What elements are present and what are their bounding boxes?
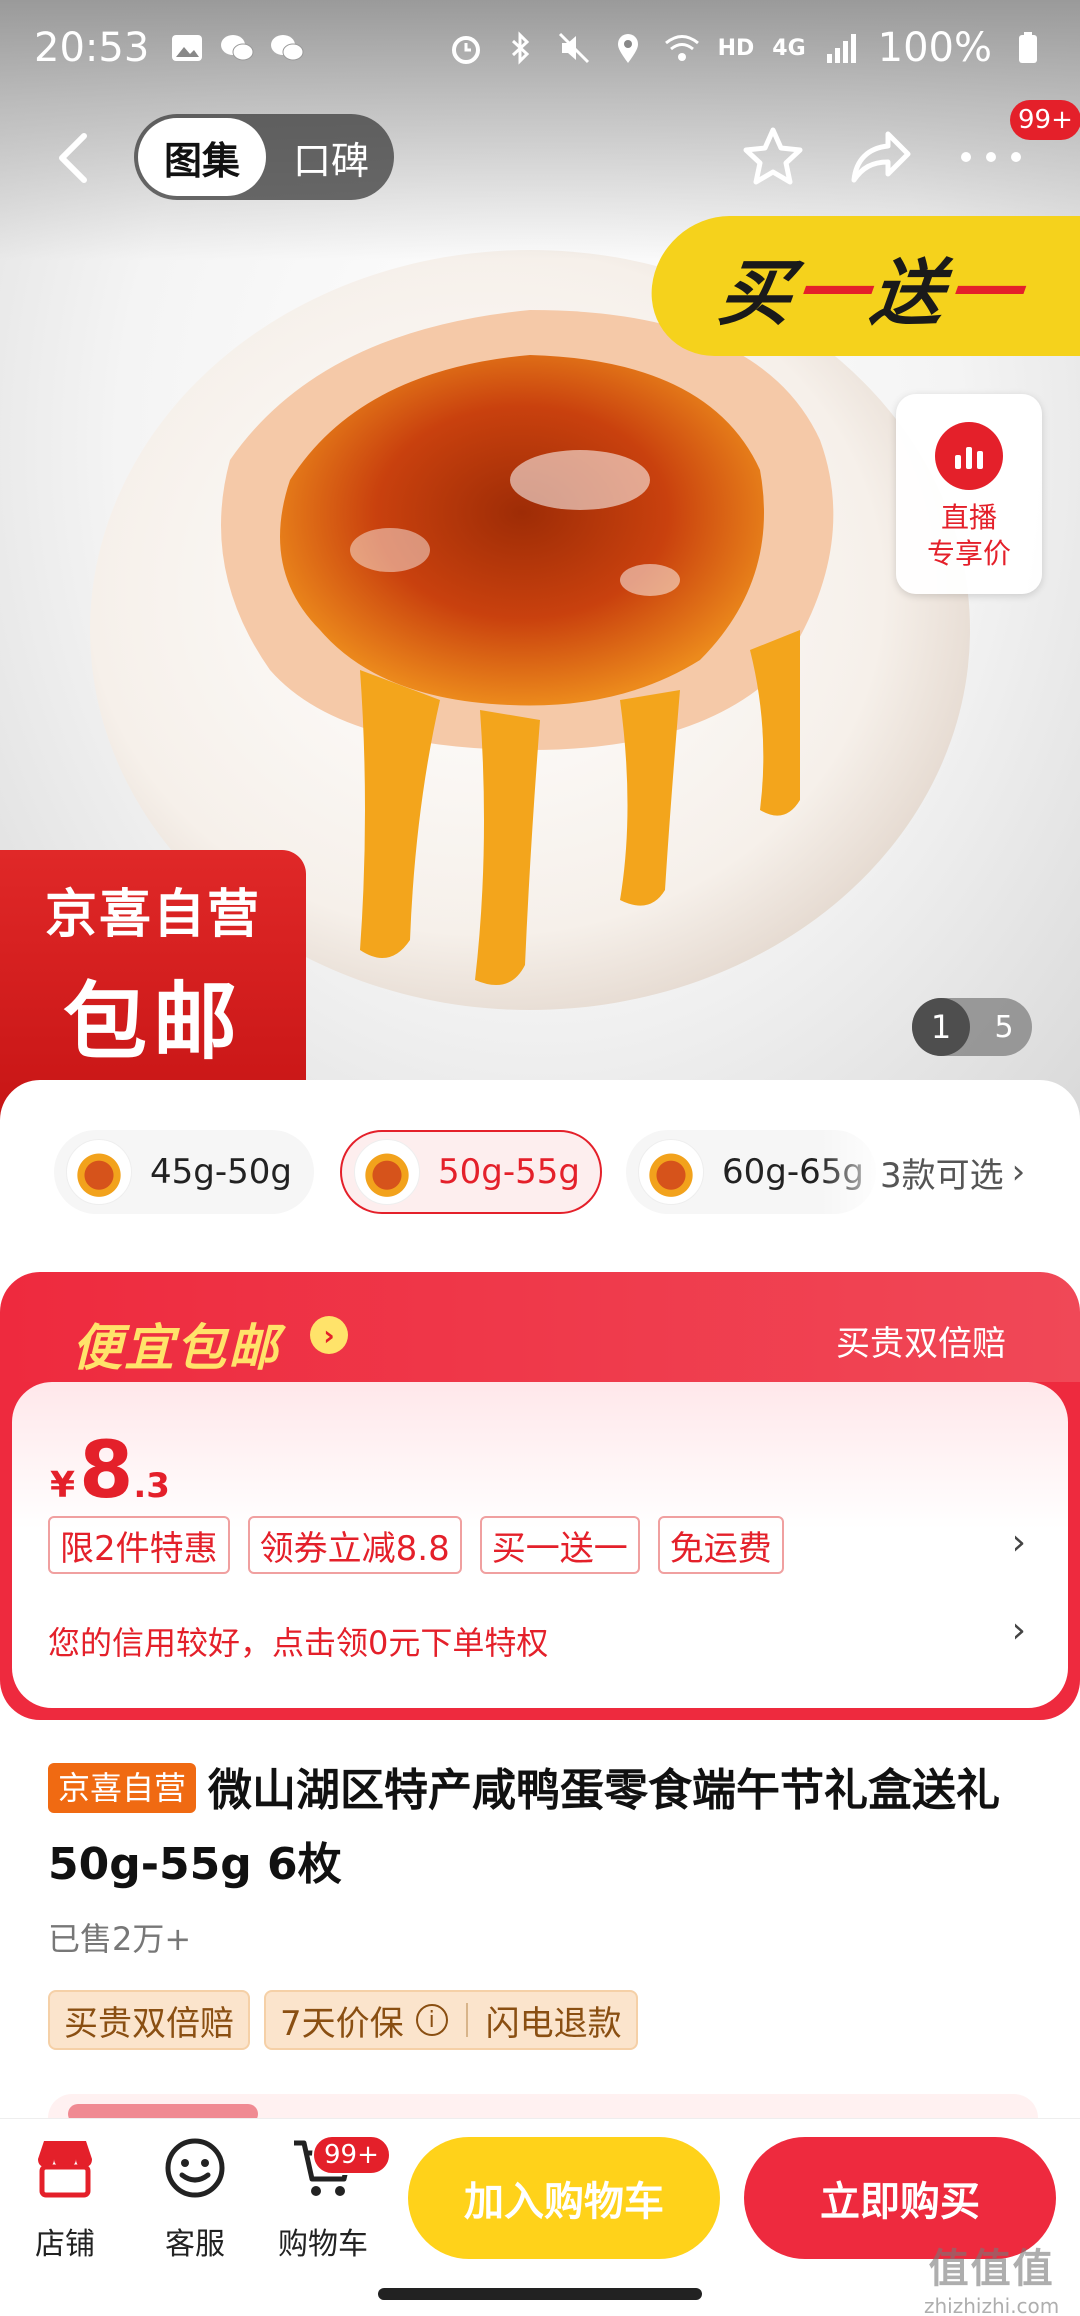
- price-integer: 8: [79, 1426, 134, 1516]
- customer-service-label: 客服: [165, 2227, 225, 2262]
- chevron-right-circle-icon: ›: [310, 1316, 348, 1354]
- status-time: 20:53: [34, 25, 150, 71]
- live-price-card[interactable]: 直播 专享价: [896, 394, 1042, 594]
- location-icon: [617, 34, 638, 63]
- live-sub-label: 专享价: [926, 537, 1011, 570]
- divider: [465, 2003, 468, 2037]
- image-pager: 1 5: [912, 998, 1032, 1056]
- add-to-cart-button[interactable]: 加入购物车: [408, 2137, 720, 2259]
- banner-text-4: 一: [942, 250, 1028, 335]
- live-label: 直播: [940, 501, 997, 534]
- banner-text-2: 一: [790, 250, 876, 335]
- variant-thumbnail: [638, 1139, 704, 1205]
- network-type: HD: [717, 35, 755, 61]
- more-variants-button[interactable]: 3款可选 ›: [880, 1130, 1025, 1214]
- mute-icon: [558, 32, 589, 64]
- message-count-badge: 99+: [1010, 100, 1080, 140]
- live-icon: [935, 422, 1003, 490]
- favorite-star-icon[interactable]: [740, 124, 806, 190]
- wechat-icon: [221, 35, 254, 61]
- cheap-free-shipping-title: 便宜包邮: [72, 1319, 280, 1377]
- shop-button[interactable]: 店铺: [10, 2133, 120, 2263]
- price: ¥ 8 .3: [50, 1426, 170, 1516]
- pager-total: 5: [994, 1009, 1014, 1045]
- promo-tag: 领券立减8.8: [247, 1516, 462, 1574]
- alarm-icon: [451, 36, 480, 64]
- promo-tag: 限2件特惠: [48, 1516, 230, 1574]
- variant-option-selected[interactable]: 50g-55g: [340, 1130, 602, 1214]
- watermark-text: 值值值: [928, 2246, 1055, 2292]
- signal-type: 4G: [772, 35, 806, 61]
- info-icon: i: [415, 2004, 448, 2036]
- pager-current: 1: [912, 998, 970, 1056]
- product-title: 京喜自营 微山湖区特产咸鸭蛋零食端午节礼盒送礼 50g-55g 6枚: [48, 1754, 1038, 1902]
- cart-label: 购物车: [278, 2227, 368, 2262]
- service-tag-price-protect[interactable]: 7天价保 i 闪电退款: [264, 1990, 638, 2050]
- chevron-right-icon: ›: [1011, 1152, 1026, 1192]
- self-operated-tag: 京喜自营: [48, 1763, 197, 1813]
- price-decimal: .3: [133, 1466, 170, 1506]
- promo-tag: 买一送一: [479, 1516, 640, 1574]
- variant-thumbnail: [66, 1139, 132, 1205]
- price-panel: 便宜包邮 › 买贵双倍赔 ¥ 8 .3 限2件特惠 领券立减8.8 买一送一 免…: [0, 1272, 1080, 1720]
- battery-percent: 100%: [877, 25, 992, 71]
- site-watermark: 值值值 zhizhizhi.com: [924, 2236, 1059, 2316]
- variant-selector: 45g-50g 50g-55g 60g-65g 3款可选 ›: [0, 1080, 1080, 1260]
- wechat-icon-2: [271, 35, 304, 61]
- service-label: 7天价保: [280, 2003, 404, 2044]
- chevron-right-icon[interactable]: ›: [1012, 1610, 1026, 1651]
- back-icon[interactable]: [46, 126, 106, 190]
- self-operated-text: 京喜自营: [44, 885, 261, 945]
- shop-label: 店铺: [35, 2227, 95, 2262]
- wifi-icon: [664, 35, 699, 61]
- watermark-url: zhizhizhi.com: [924, 2294, 1060, 2316]
- promo-tags[interactable]: 限2件特惠 领券立减8.8 买一送一 免运费: [48, 1516, 784, 1574]
- currency-symbol: ¥: [50, 1465, 76, 1506]
- free-shipping-text: 包邮: [62, 973, 243, 1071]
- price-panel-body: ¥ 8 .3 限2件特惠 领券立减8.8 买一送一 免运费 › 您的信用较好，点…: [0, 1382, 1080, 1720]
- service-label: 买贵双倍赔: [64, 2003, 234, 2044]
- price-card: ¥ 8 .3 限2件特惠 领券立减8.8 买一送一 免运费 › 您的信用较好，点…: [12, 1382, 1068, 1708]
- product-info: 京喜自营 微山湖区特产咸鸭蛋零食端午节礼盒送礼 50g-55g 6枚 已售2万+ …: [0, 1720, 1080, 2154]
- variant-label: 50g-55g: [438, 1152, 580, 1192]
- gallery-notification-icon: [172, 35, 203, 61]
- top-nav-bar: 图集 口碑: [0, 108, 1080, 208]
- view-switch: 图集 口碑: [134, 114, 394, 200]
- customer-service-button[interactable]: 客服: [140, 2133, 250, 2263]
- cart-count-badge: 99+: [312, 2135, 391, 2175]
- service-label: 闪电退款: [485, 2003, 622, 2044]
- variant-option[interactable]: 45g-50g: [54, 1130, 314, 1214]
- more-variants-label: 3款可选: [880, 1155, 1004, 1196]
- variant-label: 45g-50g: [150, 1152, 292, 1192]
- product-page: 20:53 HD 4G 100% 图集 口碑 99+ 买 一 送 一 直播 专享…: [0, 0, 1080, 2316]
- banner-text-3: 送: [866, 250, 952, 335]
- credit-offer-link[interactable]: 您的信用较好，点击领0元下单特权: [48, 1618, 548, 1664]
- customer-service-icon: [165, 2138, 225, 2198]
- tab-reviews[interactable]: 口碑: [272, 118, 390, 196]
- service-tag-double-pay[interactable]: 买贵双倍赔: [48, 1990, 250, 2050]
- battery-icon: [1019, 32, 1037, 63]
- shop-icon: [38, 2141, 92, 2198]
- buy-one-get-one-banner: 买 一 送 一: [644, 216, 1080, 356]
- bottom-action-bar: 店铺 客服 购物车 99+ 加入购物车 立即购买: [0, 2118, 1080, 2316]
- signal-icon: [826, 34, 856, 63]
- status-bar: 20:53 HD 4G 100%: [0, 0, 1080, 96]
- price-guarantee-text: 买贵双倍赔: [836, 1324, 1006, 1364]
- bluetooth-icon: [511, 31, 529, 65]
- variant-thumbnail: [354, 1139, 420, 1205]
- banner-text-1: 买: [714, 250, 800, 335]
- chevron-right-icon[interactable]: ›: [1012, 1522, 1026, 1563]
- sold-count: 已售2万+: [48, 1920, 192, 1958]
- share-icon[interactable]: [848, 124, 914, 190]
- promo-tag: 免运费: [657, 1516, 784, 1574]
- tab-gallery[interactable]: 图集: [138, 118, 266, 196]
- home-indicator[interactable]: [378, 2288, 702, 2300]
